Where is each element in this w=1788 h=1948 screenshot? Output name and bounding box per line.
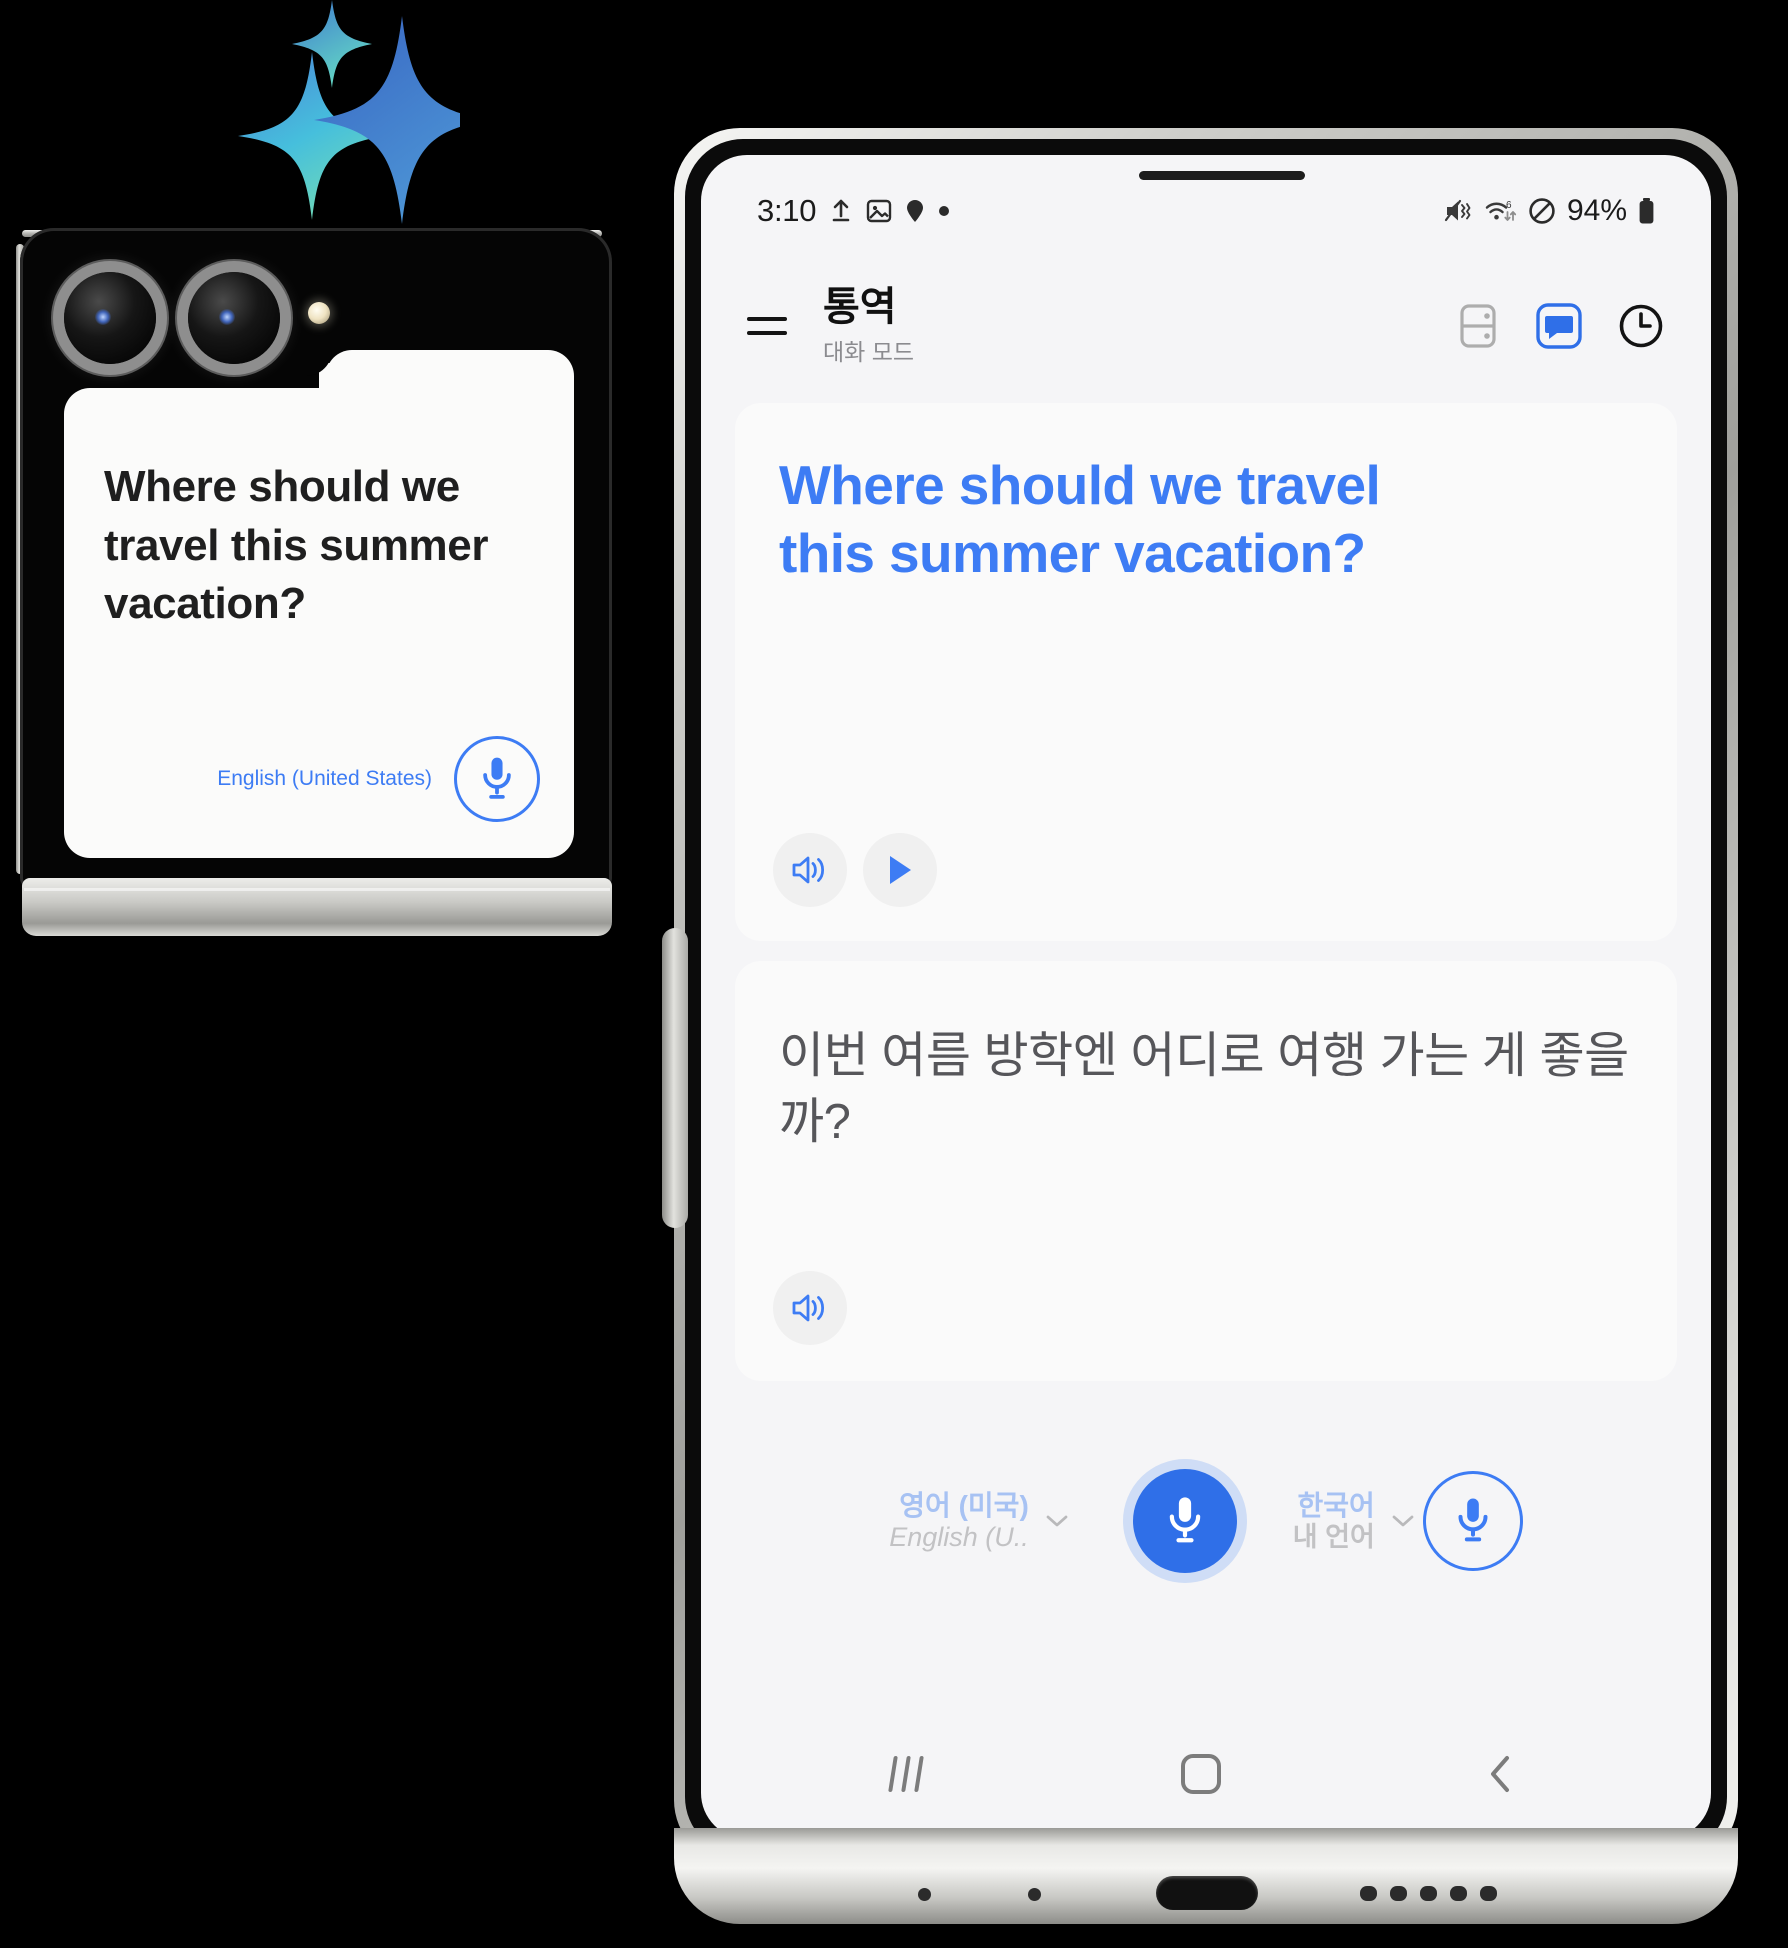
header-action-icons	[1455, 302, 1665, 350]
status-bar-left: 3:10	[757, 193, 950, 229]
cover-translation-card: Where should we travel this summer vacat…	[64, 388, 574, 858]
chevron-down-icon[interactable]	[1389, 1511, 1417, 1531]
do-not-disturb-icon	[1529, 198, 1555, 224]
language-controls-bar: 영어 (미국) English (U.. 한국어 내 언어	[701, 1421, 1711, 1621]
cover-card-text: Where should we travel this summer vacat…	[104, 462, 489, 629]
status-bar: 3:10 6 94%	[701, 183, 1711, 239]
mute-vibrate-icon	[1444, 199, 1471, 222]
target-language-secondary: 내 언어	[1292, 1521, 1375, 1552]
recents-icon[interactable]	[888, 1756, 924, 1792]
wifi-6-icon: 6	[1485, 200, 1517, 221]
microphone-icon	[1458, 1498, 1488, 1542]
cover-language-label[interactable]: English (United States)	[217, 767, 432, 791]
conversation-mode-icon[interactable]	[1535, 302, 1583, 350]
source-text: Where should we travel this summer vacat…	[779, 454, 1381, 585]
phone-display: 3:10 6 94% 통역 대화 모드 Where should we trav…	[701, 155, 1711, 1839]
source-card-actions	[773, 833, 937, 907]
source-language-secondary: English (U..	[889, 1521, 1029, 1552]
status-bar-clock: 3:10	[757, 193, 817, 228]
source-speaker-button[interactable]	[773, 833, 847, 907]
cover-screen-phone: Where should we travel this summer vacat…	[10, 228, 620, 938]
speaker-grille	[1480, 1886, 1497, 1901]
speaker-grille	[1420, 1886, 1437, 1901]
image-icon	[866, 199, 892, 223]
upload-icon	[832, 199, 850, 222]
source-translation-card: Where should we travel this summer vacat…	[735, 403, 1677, 941]
galaxy-ai-sparkle-icon	[190, 0, 460, 224]
microphone-icon	[483, 757, 511, 799]
app-header: 통역 대화 모드	[701, 271, 1711, 381]
target-language-labels[interactable]: 한국어 내 언어	[1293, 1489, 1375, 1554]
source-play-button[interactable]	[863, 833, 937, 907]
target-card-actions	[773, 1271, 847, 1345]
svg-text:6: 6	[1506, 200, 1512, 211]
phone-hinge-side	[662, 928, 688, 1228]
cover-card-footer: English (United States)	[64, 734, 574, 824]
main-screen-phone: 3:10 6 94% 통역 대화 모드 Where should we trav…	[660, 128, 1750, 1928]
target-translation-card: 이번 여름 방학엔 어디로 여행 가는 게 좋을까?	[735, 961, 1677, 1381]
page-subtitle: 대화 모드	[823, 338, 915, 365]
back-chevron-icon[interactable]	[1481, 1752, 1521, 1796]
hamburger-menu-icon[interactable]	[747, 306, 793, 346]
screenshot-stage: Where should we travel this summer vacat…	[0, 0, 1788, 1948]
page-title: 통역	[823, 284, 897, 329]
camera-flash-icon	[308, 302, 330, 324]
home-icon[interactable]	[1181, 1754, 1221, 1794]
status-bar-right: 6 94%	[1444, 194, 1655, 228]
speaker-icon	[792, 856, 825, 884]
microphone-hole	[1028, 1888, 1041, 1901]
camera-lens-ultrawide-icon	[188, 272, 280, 364]
microphone-icon	[1169, 1497, 1200, 1543]
chevron-down-icon[interactable]	[1043, 1511, 1071, 1531]
header-titles: 통역 대화 모드	[823, 286, 1455, 367]
battery-icon	[1639, 198, 1654, 224]
usb-c-port	[1156, 1876, 1258, 1910]
phone-hinge-base	[22, 878, 612, 936]
phone-hinge-highlight	[24, 888, 610, 891]
location-pin-icon	[907, 200, 924, 222]
source-language-labels[interactable]: 영어 (미국) English (U..	[889, 1489, 1029, 1554]
camera-lens-wide-icon	[64, 272, 156, 364]
target-language-primary: 한국어	[1297, 1489, 1375, 1521]
play-icon	[890, 856, 911, 884]
split-view-mode-icon[interactable]	[1455, 302, 1501, 350]
speaker-grille	[1360, 1886, 1377, 1901]
microphone-hole	[918, 1888, 931, 1901]
cover-mic-button[interactable]	[454, 736, 540, 822]
target-speaker-button[interactable]	[773, 1271, 847, 1345]
source-language-primary: 영어 (미국)	[899, 1489, 1029, 1521]
source-mic-button[interactable]	[1132, 1469, 1237, 1573]
cover-screen-body: Where should we travel this summer vacat…	[20, 228, 612, 888]
target-mic-button[interactable]	[1422, 1471, 1523, 1571]
target-text: 이번 여름 방학엔 어디로 여행 가는 게 좋을까?	[779, 1029, 1629, 1150]
speaker-grille	[1390, 1886, 1407, 1901]
speaker-grille	[1450, 1886, 1467, 1901]
history-clock-icon[interactable]	[1617, 302, 1665, 350]
system-navigation-bar	[701, 1709, 1711, 1839]
target-language-control: 한국어 내 언어	[1293, 1471, 1523, 1571]
earpiece-speaker	[1139, 171, 1305, 180]
battery-percentage: 94%	[1566, 194, 1627, 227]
source-language-control: 영어 (미국) English (U..	[889, 1489, 1077, 1554]
dot-icon	[939, 206, 950, 216]
speaker-icon	[792, 1294, 825, 1322]
